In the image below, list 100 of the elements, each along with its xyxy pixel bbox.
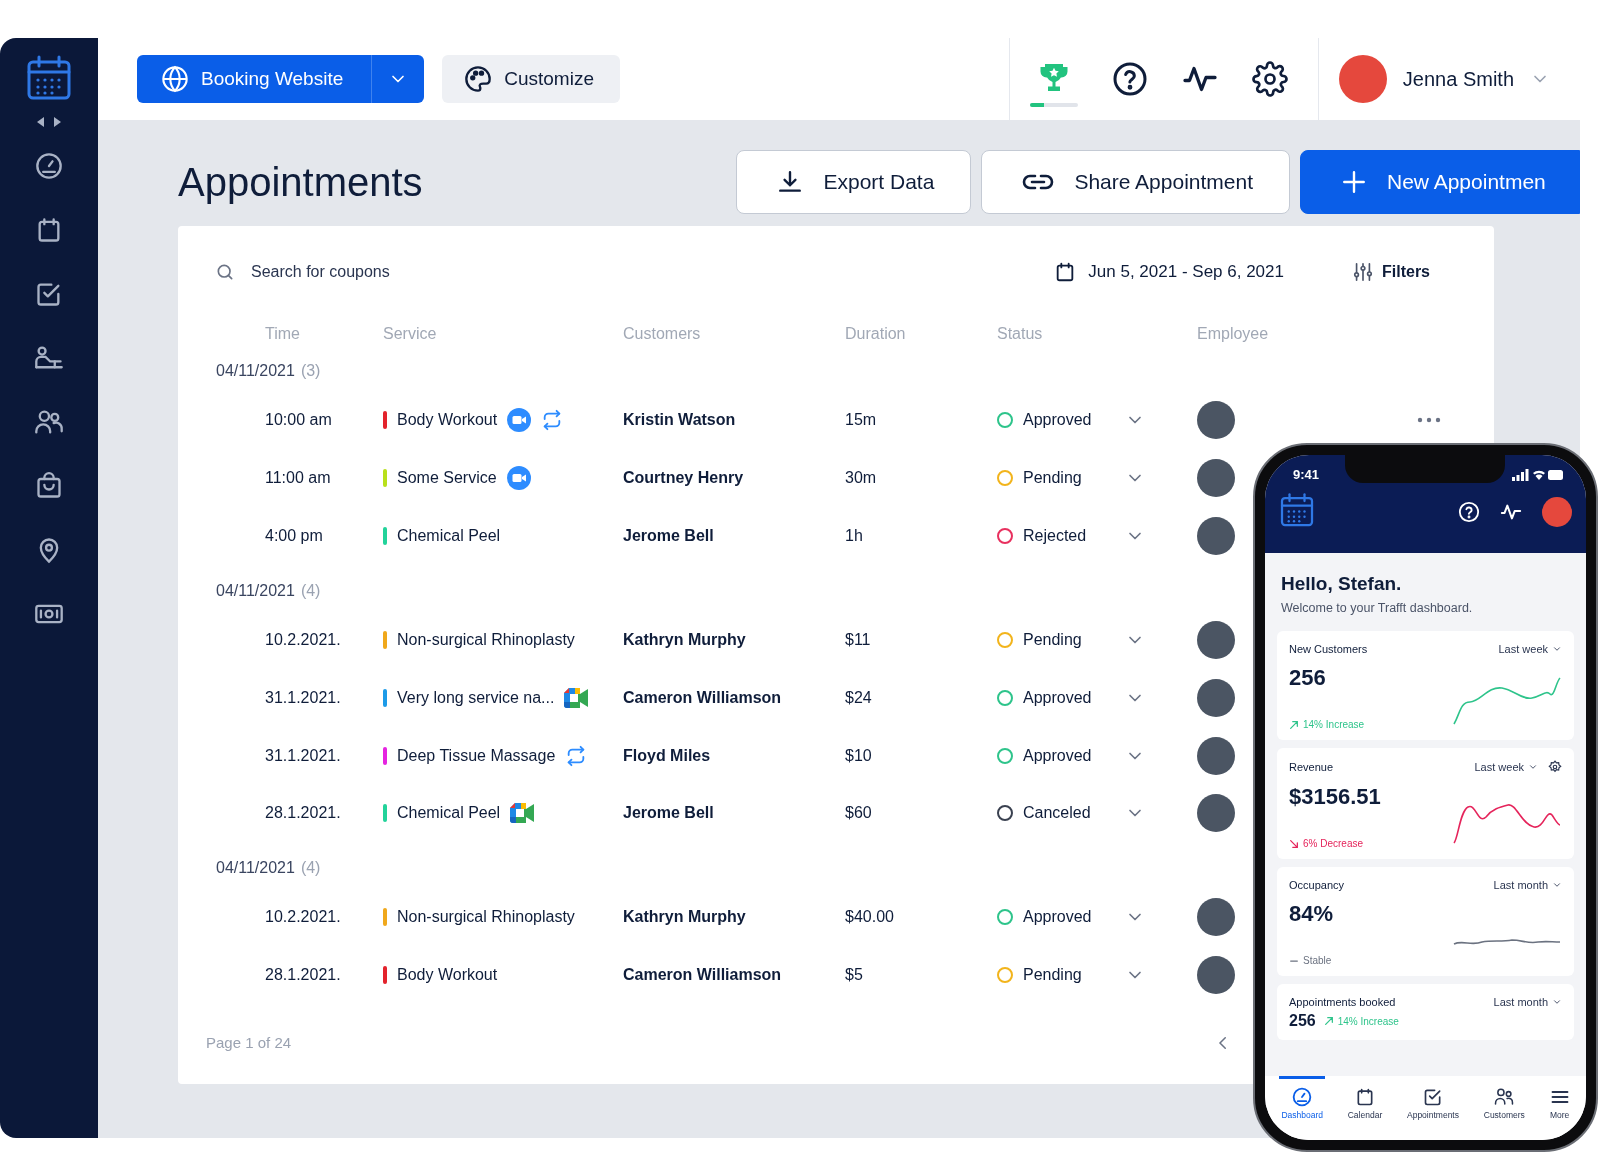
employee-avatar (1197, 517, 1235, 556)
period-selector[interactable]: Last week (1474, 761, 1524, 773)
stat-value: 256 (1289, 665, 1327, 691)
employee-avatar (1197, 736, 1235, 775)
calendar-icon (1355, 1087, 1375, 1107)
help-icon[interactable] (1111, 61, 1148, 97)
stat-value: 84% (1289, 901, 1334, 927)
status-label: Pending (1023, 469, 1082, 488)
settings-icon[interactable] (1548, 760, 1562, 774)
export-button[interactable]: Export Data (736, 150, 972, 214)
customer-name: Kathryn Murphy (623, 630, 747, 649)
booking-website-button[interactable]: Booking Website (137, 55, 372, 103)
duration-text: $10 (845, 746, 873, 765)
duration-text: $5 (845, 965, 864, 984)
sliders-icon (1352, 260, 1374, 283)
trend-text: Stable (1303, 955, 1332, 966)
calendar-logo-icon (25, 54, 73, 102)
video-camera-icon (510, 803, 535, 824)
trend-arrow-icon (1289, 838, 1299, 849)
employee-avatar (1197, 897, 1235, 936)
nav-tab[interactable]: More (1547, 1076, 1572, 1128)
customer-name: Cameron Williamson (623, 688, 783, 707)
employee-avatar (1197, 955, 1235, 994)
card-title: Occupancy (1289, 879, 1345, 891)
checkbox-icon (1423, 1087, 1443, 1107)
nav-tab[interactable]: Customers (1481, 1076, 1527, 1128)
time-text: 31.1.2021. (265, 688, 342, 707)
card-title: Appointments booked (1289, 996, 1396, 1008)
status-label: Pending (1023, 965, 1082, 984)
period-selector[interactable]: Last month (1493, 996, 1548, 1008)
video-camera-icon (564, 687, 589, 708)
group-count: (4) (300, 859, 321, 878)
customize-button[interactable]: Customize (442, 55, 620, 103)
nav-tab[interactable]: Appointments (1405, 1076, 1461, 1128)
dashboard-icon (1292, 1087, 1313, 1107)
time-text: 10.2.2021. (265, 907, 342, 926)
employee-avatar (1197, 459, 1235, 498)
user-avatar[interactable] (1338, 55, 1387, 103)
period-selector[interactable]: Last week (1498, 643, 1548, 655)
card-title: Revenue (1289, 761, 1334, 773)
service-name: Chemical Peel (397, 804, 501, 823)
chevron-down-icon (1552, 997, 1562, 1007)
duration-text: 15m (845, 411, 878, 430)
status-label: Canceled (1023, 804, 1091, 823)
period-selector[interactable]: Last month (1493, 879, 1548, 891)
column-header: Customers (623, 325, 702, 344)
search-field[interactable]: Search for coupons (249, 261, 553, 282)
service-name: Chemical Peel (397, 527, 501, 546)
stat-value: 256 (1289, 1012, 1316, 1030)
time-text: 28.1.2021. (265, 965, 342, 984)
trend-arrow-icon (1289, 719, 1299, 730)
status-label: Approved (1023, 688, 1092, 707)
nav-tab[interactable]: Calendar (1345, 1076, 1385, 1128)
duration-text: 1h (845, 527, 864, 546)
calendar-logo-icon[interactable] (1279, 492, 1315, 528)
duration-text: $11 (845, 630, 872, 649)
settings-icon[interactable] (1251, 61, 1288, 97)
nav-tab[interactable]: Dashboard (1279, 1076, 1325, 1128)
new-button[interactable]: New Appointmen (1300, 150, 1580, 214)
globe-icon (161, 65, 189, 93)
people-icon (1494, 1087, 1515, 1107)
page-title: Appointments (178, 159, 423, 205)
customer-name: Floyd Miles (623, 746, 712, 765)
employee-avatar (1197, 678, 1235, 717)
more-icon[interactable] (1417, 417, 1441, 424)
service-name: Body Workout (397, 411, 498, 430)
palette-icon (464, 65, 493, 93)
help-icon[interactable] (1458, 501, 1480, 523)
service-name: Deep Tissue Massage (397, 746, 556, 765)
column-header: Duration (845, 325, 907, 344)
trend-arrow-icon (1323, 1016, 1334, 1026)
page-indicator: Page 1 of 24 (206, 1034, 292, 1052)
people-icon[interactable] (34, 408, 64, 436)
status-label: Approved (1023, 907, 1092, 926)
employee-avatar (1197, 794, 1235, 833)
column-header: Employee (1197, 325, 1270, 344)
filters-button[interactable]: Filters (1346, 259, 1436, 284)
trend-text: 6% Decrease (1303, 838, 1364, 849)
status-label: Rejected (1023, 527, 1087, 546)
download-icon (777, 169, 804, 195)
status-label: Approved (1023, 411, 1092, 430)
share-button[interactable]: Share Appointment (981, 150, 1290, 214)
user-avatar[interactable] (1542, 497, 1572, 527)
dashboard-icon[interactable] (35, 152, 63, 180)
service-name: Non-surgical Rhinoplasty (397, 907, 575, 926)
user-name[interactable]: Jenna Smith (1402, 67, 1514, 91)
customer-name: Cameron Williamson (623, 965, 783, 984)
card-title: New Customers (1289, 643, 1368, 655)
shopping-bag-icon[interactable] (35, 472, 63, 500)
date-range[interactable]: Jun 5, 2021 - Sep 6, 2021 (1088, 261, 1284, 282)
time-text: 31.1.2021. (265, 746, 342, 765)
column-header: Service (383, 325, 438, 344)
status-label: Approved (1023, 746, 1092, 765)
group-date: 04/11/2021 (216, 362, 295, 381)
duration-text: $24 (845, 688, 873, 707)
customer-name: Jerome Bell (623, 527, 715, 546)
service-name: Body Workout (397, 965, 498, 984)
service-name: Non-surgical Rhinoplasty (397, 630, 575, 649)
duration-text: $40.00 (845, 907, 895, 926)
customer-name: Jerome Bell (623, 804, 715, 823)
